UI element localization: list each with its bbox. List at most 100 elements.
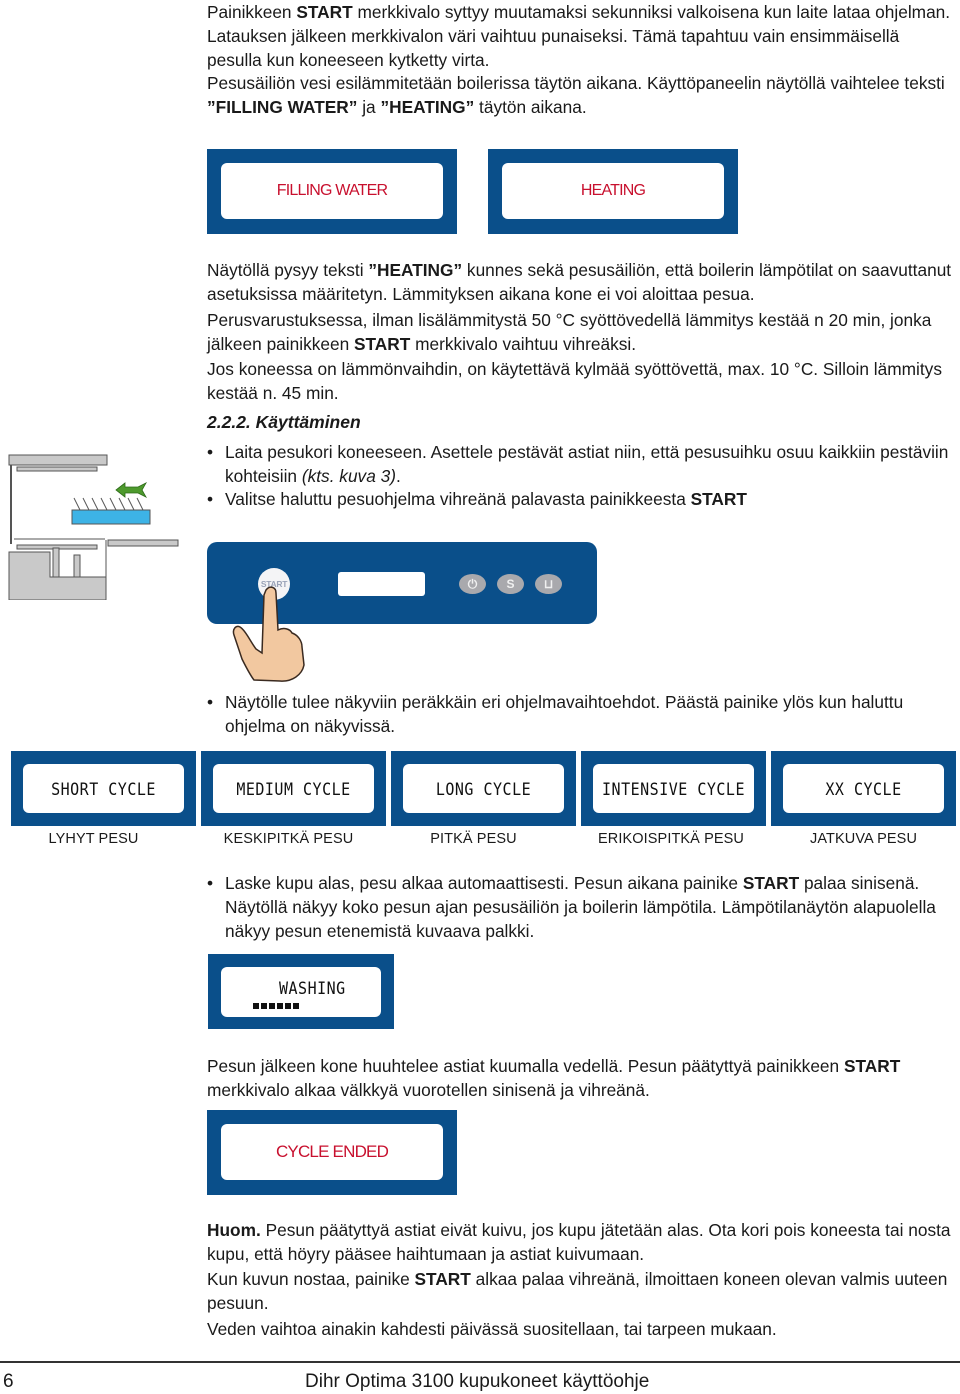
section-heading: 2.2.2. Käyttäminen bbox=[207, 412, 361, 432]
cycle-label-short: LYHYT PESU bbox=[48, 831, 139, 847]
footer-title: Dihr Optima 3100 kupukoneet käyttöohje bbox=[305, 1371, 650, 1392]
text: merkkivalo vaihtuu vihreäksi. bbox=[410, 334, 637, 354]
display-screen: LONG CYCLE bbox=[403, 764, 564, 813]
display-text: CYCLE ENDED bbox=[275, 1142, 389, 1161]
intro-paragraph-preheat: Pesusäiliön vesi esilämmitetään boileris… bbox=[207, 71, 957, 119]
text: Valitse haluttu pesuohjelma vihreänä pal… bbox=[225, 489, 691, 509]
dishes bbox=[73, 497, 144, 511]
display-screen: MEDIUM CYCLE bbox=[213, 764, 374, 813]
wash-basket bbox=[71, 509, 151, 525]
text: Pesusäiliön vesi esilämmitetään boileris… bbox=[207, 73, 945, 93]
heating-paragraph: Näytöllä pysyy teksti ”HEATING” kunnes s… bbox=[207, 258, 957, 306]
progress-block bbox=[293, 1003, 299, 1009]
text: Laske kupu alas, pesu alkaa automaattise… bbox=[225, 873, 743, 893]
display-screen: CYCLE ENDED bbox=[221, 1124, 443, 1180]
progress-block bbox=[269, 1003, 275, 1009]
display-text: INTENSIVE CYCLE bbox=[602, 778, 745, 799]
bold-start: START bbox=[354, 334, 411, 354]
bold-start: START bbox=[296, 2, 353, 22]
heating-duration-paragraph: Perusvarustuksessa, ilman lisälämmitystä… bbox=[207, 308, 957, 356]
bullet-load-basket: • Laita pesukori koneeseen. Asettele pes… bbox=[207, 440, 957, 488]
arrow-left-icon bbox=[115, 482, 148, 498]
bullet-text: Laske kupu alas, pesu alkaa automaattise… bbox=[225, 871, 957, 943]
hand-icon bbox=[232, 586, 305, 682]
text: Painikkeen bbox=[207, 2, 297, 22]
display-text: LONG CYCLE bbox=[435, 778, 532, 799]
heat-exchanger-paragraph: Jos koneessa on lämmönvaihdin, on käytet… bbox=[207, 359, 942, 403]
tank-icon: ⊔ bbox=[543, 577, 554, 591]
text: ja bbox=[357, 97, 381, 117]
note-paragraph: Huom. Pesun päätyttyä astiat eivät kuivu… bbox=[207, 1218, 957, 1266]
cycle-label-xx: JATKUVA PESU bbox=[809, 831, 918, 847]
bullet-marker: • bbox=[207, 442, 214, 462]
display-washing: WASHING bbox=[208, 954, 394, 1029]
display-text: MEDIUM CYCLE bbox=[236, 778, 351, 799]
display-text: SHORT CYCLE bbox=[51, 778, 156, 799]
cycle-icon: S bbox=[506, 577, 515, 591]
cycle-label-long: PITKÄ PESU bbox=[430, 831, 517, 847]
power-button[interactable]: ⏻ bbox=[459, 574, 486, 594]
lift-hood-paragraph: Kun kuvun nostaa, painike START alkaa pa… bbox=[207, 1267, 957, 1315]
display-text: WASHING bbox=[279, 977, 346, 999]
page-number: 6 bbox=[3, 1371, 14, 1392]
bullet-select-program: • Valitse haluttu pesuohjelma vihreänä p… bbox=[207, 487, 957, 511]
text: . bbox=[395, 466, 401, 486]
bullet-lower-hood: • Laske kupu alas, pesu alkaa automaatti… bbox=[207, 871, 957, 943]
display-text: HEATING bbox=[580, 182, 646, 199]
machine-top bbox=[8, 454, 108, 466]
text: täytön aikana. bbox=[474, 97, 587, 117]
bullet-text: Valitse haluttu pesuohjelma vihreänä pal… bbox=[225, 487, 957, 511]
figure-reference: (kts. kuva 3) bbox=[301, 466, 396, 486]
tank-button[interactable]: ⊔ bbox=[535, 574, 562, 594]
text: Näytöllä pysyy teksti bbox=[207, 260, 369, 280]
progress-block bbox=[285, 1003, 291, 1009]
bold-start: START bbox=[843, 1056, 901, 1076]
wash-progress-bar bbox=[253, 1003, 299, 1009]
bullet-marker: • bbox=[207, 489, 214, 509]
bold-heating: ”HEATING” bbox=[368, 260, 463, 280]
text: Kun kuvun nostaa, painike bbox=[207, 1269, 415, 1289]
text: Pesun jälkeen kone huuhtelee astiat kuum… bbox=[207, 1056, 844, 1076]
water-change-paragraph: Veden vaihtoa ainakin kahdesti päivässä … bbox=[207, 1319, 777, 1339]
display-long-cycle: LONG CYCLE bbox=[391, 751, 576, 826]
footer-divider bbox=[0, 1361, 960, 1363]
bold-start: START bbox=[690, 489, 747, 509]
display-text: FILLING WATER bbox=[276, 182, 388, 199]
cycle-button[interactable]: S bbox=[497, 574, 524, 594]
display-heating: HEATING bbox=[488, 149, 738, 234]
pointing-hand-illustration bbox=[232, 586, 305, 682]
panel-display bbox=[338, 572, 425, 596]
display-medium-cycle: MEDIUM CYCLE bbox=[201, 751, 386, 826]
display-screen: INTENSIVE CYCLE bbox=[593, 764, 754, 813]
cycle-label-medium: KESKIPITKÄ PESU bbox=[223, 831, 354, 847]
intro-paragraph-start-light: Painikkeen START merkkivalo syttyy muuta… bbox=[207, 0, 957, 72]
bold-heating: ”HEATING” bbox=[380, 97, 475, 117]
bullet-text: Näytölle tulee näkyviin peräkkäin eri oh… bbox=[225, 692, 904, 736]
display-cycle-ended: CYCLE ENDED bbox=[207, 1110, 457, 1195]
text: Pesun päätyttyä astiat eivät kuivu, jos … bbox=[207, 1220, 951, 1264]
bold-start: START bbox=[742, 873, 800, 893]
bullet-program-options: • Näytölle tulee näkyviin peräkkäin eri … bbox=[207, 690, 957, 738]
display-screen: SHORT CYCLE bbox=[23, 764, 184, 813]
display-screen: HEATING bbox=[502, 163, 724, 219]
display-screen: WASHING bbox=[221, 967, 381, 1017]
progress-block bbox=[253, 1003, 259, 1009]
note-label: Huom. bbox=[207, 1220, 261, 1240]
dishwasher-illustration bbox=[8, 454, 179, 600]
display-intensive-cycle: INTENSIVE CYCLE bbox=[581, 751, 766, 826]
progress-block bbox=[261, 1003, 267, 1009]
after-wash-paragraph: Pesun jälkeen kone huuhtelee astiat kuum… bbox=[207, 1054, 957, 1102]
upper-spray-arm bbox=[16, 466, 98, 472]
display-screen: FILLING WATER bbox=[221, 163, 443, 219]
text: merkkivalo alkaa välkkyä vuorotellen sin… bbox=[207, 1080, 650, 1100]
bullet-text: Laita pesukori koneeseen. Asettele pestä… bbox=[225, 440, 957, 488]
bold-start: START bbox=[414, 1269, 471, 1289]
progress-block bbox=[277, 1003, 283, 1009]
load-table bbox=[107, 539, 179, 547]
display-filling-water: FILLING WATER bbox=[207, 149, 457, 234]
bullet-marker: • bbox=[207, 692, 214, 712]
display-text: XX CYCLE bbox=[825, 778, 902, 799]
cycle-label-intensive: ERIKOISPITKÄ PESU bbox=[598, 831, 744, 847]
display-xx-cycle: XX CYCLE bbox=[771, 751, 956, 826]
power-icon: ⏻ bbox=[467, 576, 478, 591]
